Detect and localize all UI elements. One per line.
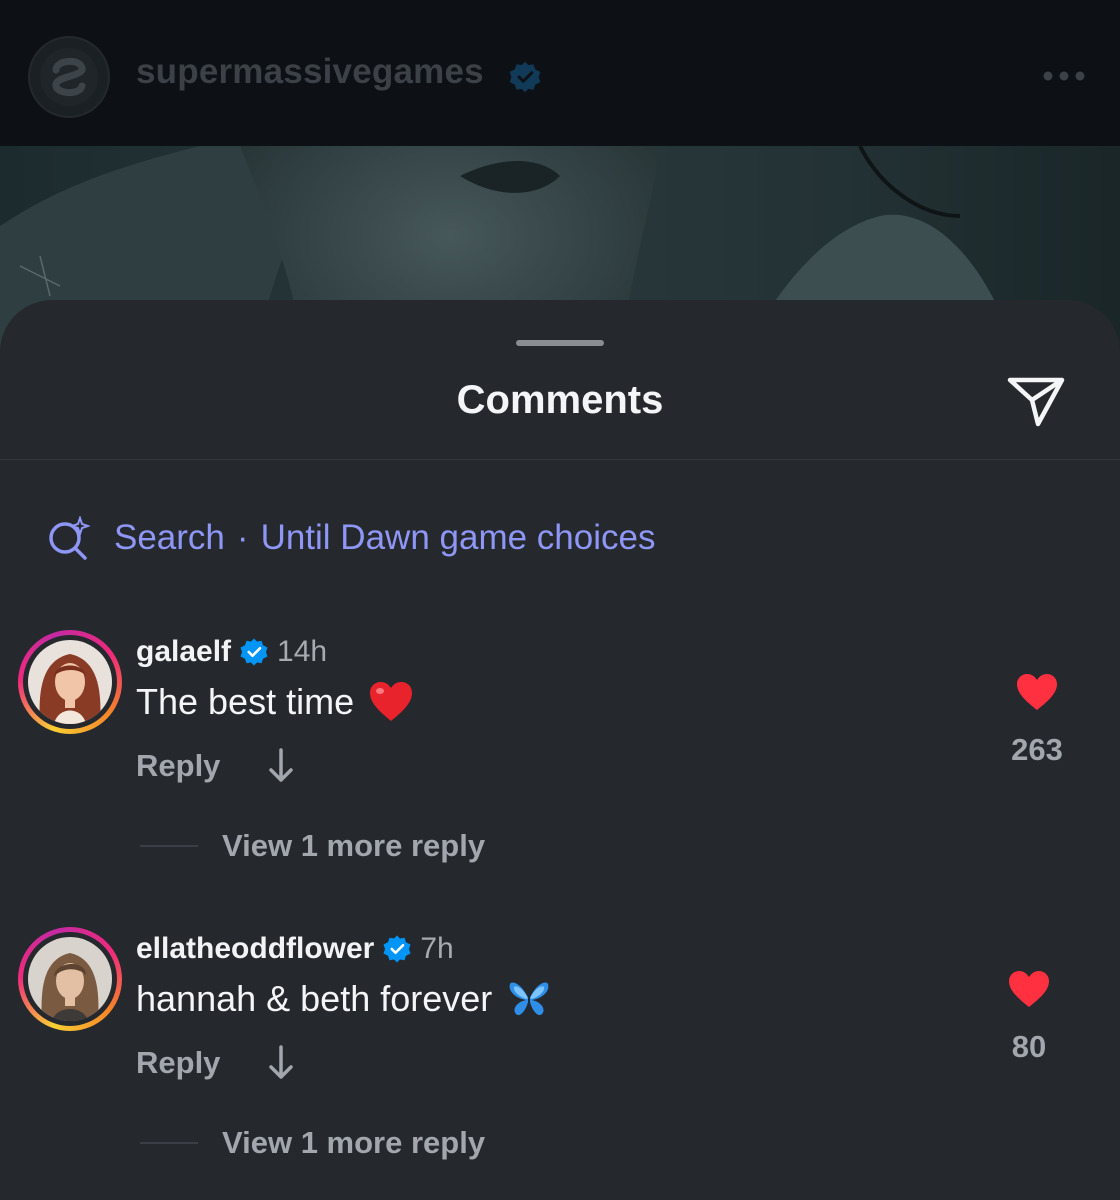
- arrow-down-icon[interactable]: [266, 747, 296, 785]
- like-heart-icon[interactable]: [1007, 969, 1051, 1009]
- search-query: Until Dawn game choices: [260, 518, 656, 557]
- avatar-story-ring[interactable]: [18, 630, 122, 734]
- view-more-replies[interactable]: View 1 more reply: [140, 826, 485, 866]
- blue-butterfly-emoji-icon: [509, 982, 549, 1016]
- sparkle-search-icon: [49, 516, 90, 560]
- like-count: 263: [1011, 732, 1063, 767]
- post-header: supermassivegames: [0, 0, 1120, 146]
- view-more-replies[interactable]: View 1 more reply: [140, 1123, 485, 1163]
- sheet-divider: [0, 459, 1120, 460]
- red-heart-emoji-icon: [370, 682, 413, 721]
- verified-badge-icon: [240, 638, 268, 666]
- replies-divider: [140, 845, 198, 847]
- replies-divider: [140, 1142, 198, 1144]
- avatar: [28, 640, 112, 724]
- post-username[interactable]: supermassivegames: [136, 52, 484, 92]
- verified-badge-icon: [509, 61, 541, 93]
- comment-username[interactable]: galaelf: [136, 635, 231, 669]
- avatar-story-ring[interactable]: [18, 927, 122, 1031]
- view-replies-label: View 1 more reply: [222, 1125, 486, 1160]
- reply-button[interactable]: Reply: [136, 748, 220, 784]
- search-label: Search: [114, 518, 225, 557]
- more-options-icon[interactable]: [1040, 68, 1088, 84]
- avatar: [28, 937, 112, 1021]
- comments-sheet: Comments Search · Until Dawn game choice…: [0, 300, 1120, 1200]
- search-separator: ·: [236, 518, 249, 557]
- comment-text: The best time: [136, 681, 355, 722]
- like-count: 80: [1011, 1029, 1047, 1064]
- like-heart-icon[interactable]: [1015, 672, 1059, 712]
- supermassive-logo-icon: [40, 48, 98, 106]
- comment-time: 14h: [277, 635, 328, 668]
- comment-item: galaelf 14h The best time Reply 263 View…: [0, 600, 1120, 863]
- comment-text: hannah & beth forever: [136, 978, 493, 1019]
- reply-button[interactable]: Reply: [136, 1045, 220, 1081]
- instagram-post-screen: supermassivegames Comments Search · Unti…: [0, 0, 1120, 1200]
- post-avatar[interactable]: [28, 36, 110, 118]
- comment-username[interactable]: ellatheoddflower: [136, 932, 374, 966]
- view-replies-label: View 1 more reply: [222, 828, 486, 863]
- comment-item: ellatheoddflower 7h hannah & beth foreve…: [0, 897, 1120, 1160]
- verified-badge-icon: [383, 935, 411, 963]
- sheet-title: Comments: [456, 378, 664, 422]
- sheet-grabber[interactable]: [516, 340, 604, 346]
- arrow-down-icon[interactable]: [266, 1044, 296, 1082]
- ai-search-suggestion[interactable]: Search · Until Dawn game choices: [46, 514, 655, 562]
- share-paper-plane-icon[interactable]: [1004, 372, 1068, 432]
- comment-time: 7h: [420, 932, 454, 965]
